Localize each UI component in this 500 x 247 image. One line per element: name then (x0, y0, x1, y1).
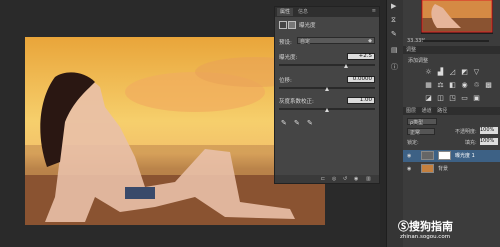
color-balance-icon[interactable]: ⚖ (437, 82, 444, 89)
navigator-thumbnail (421, 0, 493, 33)
layer-kind-filter[interactable]: ρ类型 (407, 118, 437, 126)
panel-icon-strip: ▶ ⧖ ✎ ▤ ⓘ (386, 0, 404, 247)
eyedropper-gray-icon[interactable]: ✎ (294, 119, 300, 127)
exposure-label: 曝光度: (279, 55, 298, 61)
preset-label: 预设: (279, 40, 292, 46)
tab-adjustments[interactable]: 调整 (403, 47, 416, 53)
mask-icon[interactable] (288, 21, 296, 29)
reset-icon[interactable]: ↺ (343, 176, 347, 182)
exposure-slider-track[interactable] (279, 64, 375, 66)
visibility-icon[interactable]: ◉ (354, 176, 358, 182)
channel-mixer-icon[interactable]: ♲ (473, 82, 480, 89)
hue-saturation-icon[interactable]: ▦ (425, 82, 432, 89)
view-previous-icon[interactable]: ◎ (332, 176, 336, 182)
threshold-icon[interactable]: ◳ (449, 95, 456, 102)
properties-tabbar: 属性 信息 ≡ (275, 7, 379, 17)
tab-paths[interactable]: 路径 (433, 108, 447, 114)
offset-label: 位移: (279, 78, 292, 84)
tab-properties[interactable]: 属性 (277, 8, 294, 16)
tab-channels[interactable]: 通道 (418, 108, 432, 114)
fill-input[interactable]: 100% (480, 138, 498, 145)
tab-layers[interactable]: 图层 (403, 108, 416, 114)
offset-input[interactable]: 0.0000 (347, 76, 375, 83)
offset-slider-thumb[interactable] (324, 87, 329, 91)
layer-row-exposure[interactable]: ◉ 曝光度 1 (403, 150, 500, 162)
adjustment-layer-thumbnail (421, 151, 434, 160)
layer-name[interactable]: 曝光度 1 (455, 150, 475, 162)
preset-select[interactable]: 自定 ◆ (297, 37, 375, 45)
gamma-label: 灰度系数校正: (279, 99, 314, 105)
levels-icon[interactable]: ▟ (437, 69, 444, 76)
properties-bottom-bar: ⊏ ◎ ↺ ◉ ▥ (275, 175, 379, 183)
gamma-slider-thumb[interactable] (324, 108, 329, 112)
selective-color-icon[interactable]: ▣ (473, 95, 480, 102)
exposure-icon[interactable]: ◩ (461, 69, 468, 76)
blend-mode-select[interactable]: 正常 (407, 128, 435, 136)
trash-icon[interactable]: ▥ (366, 176, 371, 182)
exposure-slider-thumb[interactable] (343, 64, 348, 68)
properties-icon[interactable]: ▤ (391, 46, 398, 54)
play-icon[interactable]: ▶ (391, 2, 396, 10)
tab-info[interactable]: 信息 (295, 8, 311, 16)
navigator-preview[interactable] (421, 0, 493, 34)
kind-filter-value: ρ类型 (410, 120, 424, 126)
adjustment-icon (279, 21, 287, 29)
posterize-icon[interactable]: ◫ (437, 95, 444, 102)
blend-mode-value: 正常 (410, 130, 421, 136)
layer-row-background[interactable]: ◉ 背景 (403, 163, 500, 175)
curves-icon[interactable]: ◿ (449, 69, 456, 76)
watermark-brand: Ⓢ搜狗指南 (398, 218, 453, 234)
properties-panel: 属性 信息 ≡ 曝光度 预设: 自定 ◆ 曝光度: +2.5 位移: 0.000… (274, 6, 380, 184)
visibility-eye-icon[interactable]: ◉ (407, 150, 411, 162)
gamma-input[interactable]: 1.00 (347, 97, 375, 104)
gradient-map-icon[interactable]: ▭ (461, 95, 468, 102)
visibility-eye-icon[interactable]: ◉ (407, 163, 411, 175)
brush-icon[interactable]: ✎ (391, 30, 397, 38)
opacity-input[interactable]: 100% (480, 127, 498, 134)
color-lookup-icon[interactable]: ▩ (485, 82, 492, 89)
layer-name[interactable]: 背景 (438, 163, 448, 175)
exposure-input[interactable]: +2.5 (347, 53, 375, 60)
panel-menu-icon[interactable]: ≡ (372, 8, 376, 14)
info-icon[interactable]: ⓘ (391, 62, 398, 72)
opacity-label: 不透明度: (455, 129, 477, 135)
adjustments-subtitle: 添加调整 (408, 58, 429, 64)
lock-label: 锁定: (407, 140, 419, 146)
preset-value: 自定 (300, 39, 311, 45)
invert-icon[interactable]: ◪ (425, 95, 432, 102)
eyedropper-black-icon[interactable]: ✎ (281, 119, 287, 127)
layer-mask-thumbnail[interactable] (438, 151, 451, 160)
photo-filter-icon[interactable]: ◉ (461, 82, 468, 89)
background-layer-thumbnail (421, 164, 434, 173)
layers-header: 图层 通道 路径 (403, 107, 500, 115)
history-icon[interactable]: ⧖ (391, 16, 396, 25)
black-white-icon[interactable]: ◧ (449, 82, 456, 89)
watermark-brand-text: 搜狗指南 (409, 220, 453, 233)
brightness-icon[interactable]: ☼ (425, 69, 432, 76)
fill-label: 填充: (465, 140, 477, 146)
clip-to-layer-icon[interactable]: ⊏ (321, 176, 325, 182)
eyedropper-white-icon[interactable]: ✎ (307, 119, 313, 127)
adjustments-header: 调整 (403, 46, 500, 54)
right-dock: 33.33% 调整 添加调整 ☼ ▟ ◿ ◩ ▽ ▦ ⚖ ◧ ◉ ♲ ▩ ◪ ◫… (403, 0, 500, 247)
vibrance-icon[interactable]: ▽ (473, 69, 480, 76)
chevron-down-icon: ◆ (368, 38, 372, 44)
panel-title: 曝光度 (299, 23, 316, 29)
watermark-url: zhinan.sogou.com (400, 234, 451, 240)
watermark-logo-icon: Ⓢ (398, 220, 409, 233)
zoom-slider[interactable] (423, 40, 489, 42)
